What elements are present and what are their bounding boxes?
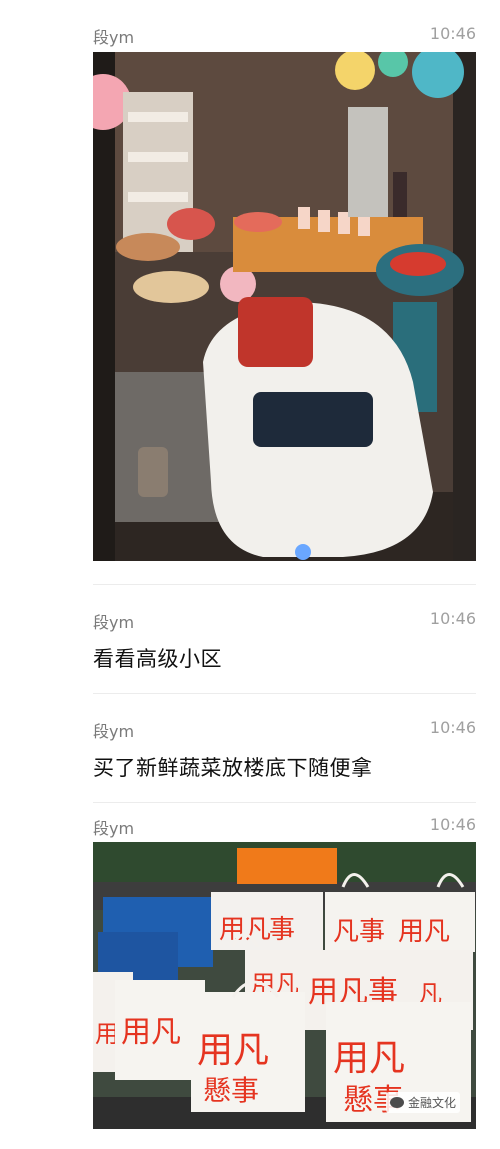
- svg-text:用凡: 用凡: [121, 1015, 181, 1050]
- message-meta: 段ym 10:46: [93, 815, 476, 839]
- message-photo-bags[interactable]: 用凡 事 凡事 用凡 用凡 用凡事 凡 用 用凡 用凡 懸事 用凡 懸事 金融文…: [93, 842, 476, 1129]
- svg-text:用凡: 用凡: [219, 915, 271, 945]
- message-item: 段ym 10:46: [93, 815, 476, 839]
- watermark-text: 金融文化: [407, 1096, 456, 1110]
- message-time: 10:46: [429, 815, 476, 834]
- svg-text:事: 事: [269, 915, 295, 945]
- sender-name[interactable]: 段ym: [93, 718, 134, 742]
- message-divider: [93, 584, 476, 585]
- sender-name[interactable]: 段ym: [93, 815, 134, 839]
- message-item: 段ym 10:46 看看高级小区: [93, 609, 476, 679]
- svg-text:用凡: 用凡: [197, 1030, 269, 1071]
- message-photo-party[interactable]: [93, 52, 476, 561]
- watermark: 金融文化: [385, 1092, 460, 1113]
- sender-name[interactable]: 段ym: [93, 609, 134, 633]
- message-time: 10:46: [429, 718, 476, 737]
- message-item: 段ym 10:46 买了新鲜蔬菜放楼底下随便拿: [93, 718, 476, 788]
- message-divider: [93, 693, 476, 694]
- message-text[interactable]: 看看高级小区: [93, 643, 222, 673]
- message-meta: 段ym 10:46: [93, 24, 476, 48]
- message-time: 10:46: [429, 609, 476, 628]
- message-meta: 段ym 10:46: [93, 609, 476, 633]
- message-item: 段ym 10:46: [93, 24, 476, 48]
- svg-text:凡事: 凡事: [333, 917, 385, 947]
- svg-text:用凡: 用凡: [398, 917, 450, 947]
- sender-name[interactable]: 段ym: [93, 24, 134, 48]
- svg-text:用凡: 用凡: [333, 1038, 405, 1079]
- svg-text:懸事: 懸事: [203, 1074, 259, 1107]
- message-meta: 段ym 10:46: [93, 718, 476, 742]
- wechat-icon: [389, 1097, 404, 1108]
- message-text[interactable]: 买了新鲜蔬菜放楼底下随便拿: [93, 752, 373, 782]
- message-divider: [93, 802, 476, 803]
- message-time: 10:46: [429, 24, 476, 43]
